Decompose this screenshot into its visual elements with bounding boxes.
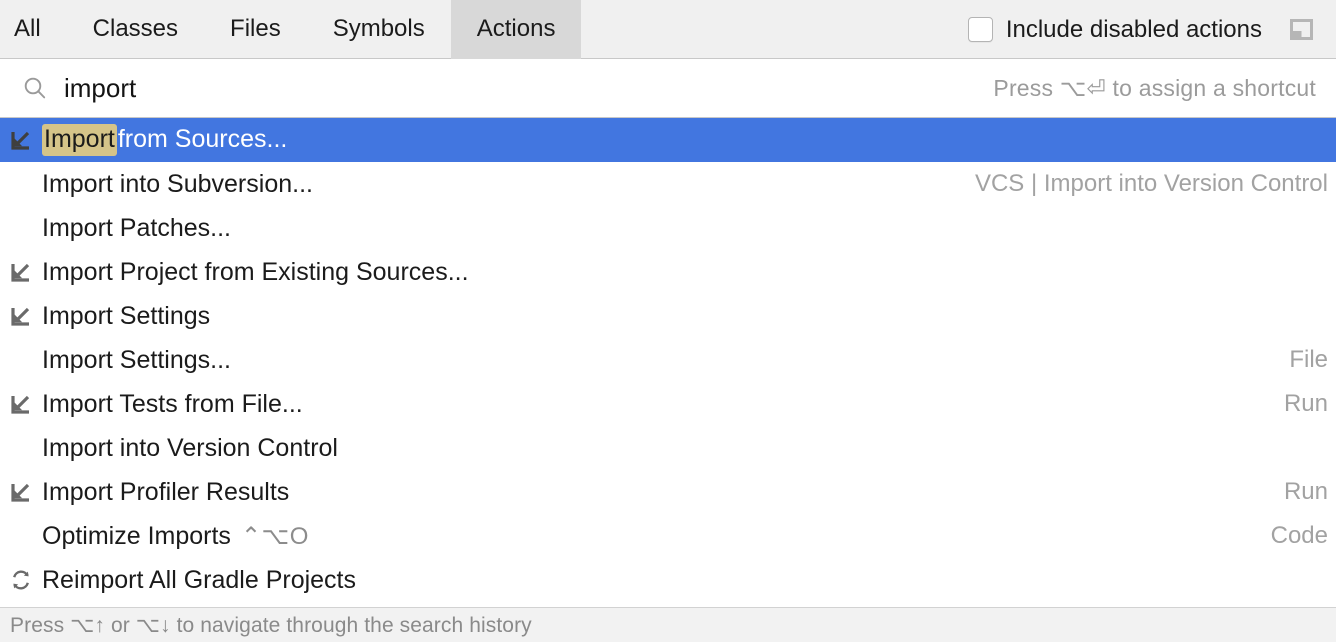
assign-shortcut-hint: Press ⌥⏎ to assign a shortcut <box>993 75 1316 101</box>
import-arrow-icon <box>8 479 34 505</box>
result-row-import-settings-dialog[interactable]: Import Settings... File <box>0 338 1336 382</box>
tab-actions[interactable]: Actions <box>450 0 582 59</box>
include-disabled-actions-label: Include disabled actions <box>1005 15 1262 43</box>
search-everywhere-popup: All Classes Files Symbols Actions Includ… <box>0 0 1336 642</box>
result-row-label: Import Project from Existing Sources... <box>42 258 469 287</box>
result-row-label: Reimport All Gradle Projects <box>42 566 356 595</box>
row-icon-placeholder <box>8 435 34 461</box>
tab-files-label: Files <box>230 15 281 42</box>
row-icon-placeholder <box>8 523 34 549</box>
result-row-group: VCS | Import into Version Control <box>974 170 1328 197</box>
result-row-rest: Import into Version Control <box>42 433 338 462</box>
result-row-rest: Import Patches... <box>42 213 231 242</box>
status-bar-hint: Press ⌥↑ or ⌥↓ to navigate through the s… <box>10 613 532 637</box>
result-row-label: Optimize Imports ⌃⌥O <box>42 522 309 551</box>
result-row-rest: Import Profiler Results <box>42 477 290 506</box>
result-row-import-patches[interactable]: Import Patches... <box>0 206 1336 250</box>
result-row-group: Run <box>1283 390 1328 417</box>
result-row-rest: Optimize Imports <box>42 521 231 550</box>
import-arrow-icon <box>8 259 34 285</box>
preview-panel-toggle-button[interactable] <box>1284 12 1320 48</box>
result-row-label: Import into Version Control <box>42 434 338 463</box>
result-row-reimport-all-gradle-projects[interactable]: Reimport All Gradle Projects <box>0 558 1336 602</box>
row-icon-placeholder <box>8 215 34 241</box>
tab-classes-label: Classes <box>92 15 179 42</box>
row-icon-placeholder <box>8 171 34 197</box>
preview-panel-icon <box>1290 18 1313 40</box>
result-row-rest: from Sources... <box>117 125 288 153</box>
result-row-label: Import Profiler Results <box>42 478 289 507</box>
result-row-group: Code <box>1270 522 1328 549</box>
result-row-import-into-subversion[interactable]: Import into Subversion... VCS | Import i… <box>0 162 1336 206</box>
tab-symbols-label: Symbols <box>332 15 425 42</box>
import-arrow-icon <box>8 391 34 417</box>
result-row-rest: Import into Subversion... <box>42 169 313 198</box>
tab-actions-label: Actions <box>476 15 556 42</box>
result-row-rest: Import Project from Existing Sources... <box>42 257 469 286</box>
tab-files[interactable]: Files <box>204 0 307 59</box>
result-row-label: Import Tests from File... <box>42 390 303 419</box>
result-row-rest: Import Settings... <box>42 345 231 374</box>
result-row-group: File <box>1289 346 1328 373</box>
result-row-label: Import Settings... <box>42 346 231 375</box>
result-row-optimize-imports[interactable]: Optimize Imports ⌃⌥O Code <box>0 514 1336 558</box>
results-list[interactable]: Import from Sources... Import into Subve… <box>0 118 1336 607</box>
result-row-label: Import from Sources... <box>42 124 287 156</box>
tab-all[interactable]: All <box>0 0 67 59</box>
match-highlight: Import <box>42 124 117 156</box>
result-row-label: Import Patches... <box>42 214 231 243</box>
search-icon <box>22 75 48 101</box>
checkbox-box-icon[interactable] <box>967 17 993 42</box>
tab-bar-right-controls: Include disabled actions <box>967 0 1336 59</box>
result-row-rest: Import Tests from File... <box>42 389 303 418</box>
result-row-import-tests-from-file[interactable]: Import Tests from File... Run <box>0 382 1336 426</box>
tab-all-label: All <box>14 15 41 42</box>
result-row-label: Import into Subversion... <box>42 170 313 199</box>
include-disabled-actions-checkbox[interactable]: Include disabled actions <box>967 15 1262 44</box>
status-bar: Press ⌥↑ or ⌥↓ to navigate through the s… <box>0 607 1336 642</box>
tab-list: All Classes Files Symbols Actions <box>0 0 582 59</box>
result-row-import-project-from-existing-sources[interactable]: Import Project from Existing Sources... <box>0 250 1336 294</box>
refresh-icon <box>8 567 34 593</box>
result-row-rest: Reimport All Gradle Projects <box>42 565 357 594</box>
result-row-rest: Import Settings <box>42 301 211 330</box>
result-row-label: Import Settings <box>42 302 210 331</box>
import-arrow-icon <box>8 127 34 153</box>
result-row-shortcut: ⌃⌥O <box>240 522 309 550</box>
row-icon-placeholder <box>8 347 34 373</box>
tab-bar: All Classes Files Symbols Actions Includ… <box>0 0 1336 59</box>
result-row-import-into-version-control[interactable]: Import into Version Control <box>0 426 1336 470</box>
result-row-import-settings[interactable]: Import Settings <box>0 294 1336 338</box>
result-row-group: Run <box>1283 478 1328 505</box>
search-row: Press ⌥⏎ to assign a shortcut <box>0 59 1336 118</box>
tab-classes[interactable]: Classes <box>67 0 204 59</box>
result-row-import-from-sources[interactable]: Import from Sources... <box>0 118 1336 162</box>
import-arrow-icon <box>8 303 34 329</box>
result-row-import-profiler-results[interactable]: Import Profiler Results Run <box>0 470 1336 514</box>
tab-symbols[interactable]: Symbols <box>307 0 451 59</box>
